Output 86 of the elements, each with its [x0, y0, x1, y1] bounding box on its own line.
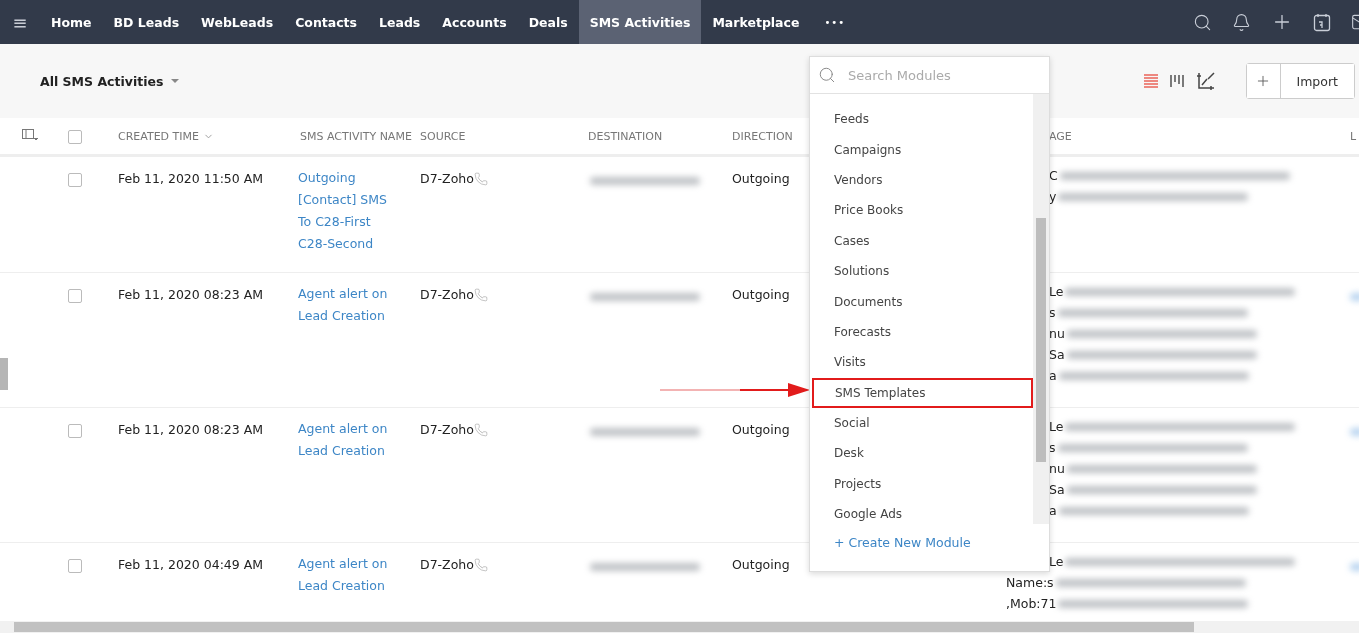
menu-icon[interactable]: ≡ — [0, 0, 40, 44]
column-header[interactable]: L — [1340, 129, 1359, 143]
module-item[interactable]: Social — [812, 407, 1033, 439]
calendar-icon[interactable] — [1313, 12, 1331, 32]
message-text: C — [1049, 168, 1058, 183]
list-view-icon[interactable] — [1143, 74, 1158, 88]
activity-name-link[interactable]: Outgoing [Contact] SMS To C28-First C28-Second — [290, 167, 410, 255]
activity-name-link[interactable]: Agent alert on Lead Creation — [290, 283, 410, 327]
source-cell: D7-Zoho — [410, 422, 488, 437]
search-icon[interactable] — [1193, 12, 1212, 32]
module-item[interactable]: Feeds — [812, 104, 1033, 135]
view-selector[interactable]: All SMS Activities — [40, 73, 180, 89]
created-time: Feb 11, 2020 08:23 AM — [117, 422, 264, 437]
direction-cell-text: Outgoing — [731, 557, 790, 572]
select-all-checkbox[interactable] — [68, 130, 82, 144]
message-text: s — [1049, 440, 1056, 455]
message-text: Name:s — [1006, 575, 1054, 590]
nav-tab[interactable]: Contacts — [284, 0, 369, 44]
message-text: Sa — [1049, 347, 1065, 362]
module-item[interactable]: Cases — [812, 225, 1033, 256]
message-text: s — [1049, 305, 1056, 320]
nav-tab[interactable]: Leads — [368, 0, 432, 44]
message-text: a — [1049, 368, 1057, 383]
activity-name-link[interactable]: Agent alert on Lead Creation — [290, 553, 410, 597]
bell-icon[interactable] — [1232, 12, 1251, 32]
message-text: ,Mob:71 — [1006, 596, 1057, 611]
nav-tab[interactable]: Deals — [517, 0, 579, 44]
module-item[interactable]: Vendors — [812, 164, 1033, 196]
source-cell: D7-Zoho — [410, 171, 488, 186]
side-panel-handle[interactable] — [0, 358, 8, 390]
module-item[interactable]: Documents — [812, 286, 1033, 317]
module-item[interactable]: Desk — [812, 438, 1033, 469]
message-text: y — [1049, 189, 1057, 204]
menu-scrollbar[interactable] — [1033, 94, 1049, 524]
nav-tab[interactable]: Home — [40, 0, 103, 44]
message-text: nu — [1049, 461, 1065, 476]
columns-icon[interactable] — [22, 128, 38, 141]
column-header[interactable]: SOURCE — [410, 129, 578, 143]
module-item[interactable]: Visits — [812, 347, 1033, 378]
nav-tab[interactable]: Marketplace — [701, 0, 811, 44]
source-cell: D7-Zoho — [410, 557, 488, 572]
message-text: Le — [1049, 554, 1064, 569]
module-item[interactable]: Price Books — [812, 195, 1033, 226]
horizontal-scrollbar[interactable] — [0, 621, 1359, 633]
column-header[interactable]: DESTINATION — [578, 129, 722, 143]
source-cell: D7-Zoho — [410, 287, 488, 302]
phone-icon — [473, 557, 488, 572]
direction-cell-text: Outgoing — [731, 422, 790, 437]
module-item[interactable]: Campaigns — [812, 134, 1033, 165]
created-time: Feb 11, 2020 11:50 AM — [117, 171, 264, 186]
message-text: nu — [1049, 326, 1065, 341]
module-item[interactable]: Forecasts — [812, 316, 1033, 348]
created-time: Feb 11, 2020 04:49 AM — [117, 557, 264, 572]
module-item[interactable]: SMS Templates — [812, 377, 1033, 408]
create-module-link[interactable]: + Create New Module — [810, 529, 1033, 551]
module-item[interactable]: Google Ads — [812, 499, 1033, 530]
module-item[interactable]: Projects — [812, 468, 1033, 500]
caret-icon — [171, 78, 180, 84]
message-text: Le — [1049, 284, 1064, 299]
module-item[interactable]: Solutions — [812, 255, 1033, 287]
column-header[interactable]: SMS ACTIVITY NAME — [290, 129, 410, 143]
nav-tab[interactable]: WebLeads — [190, 0, 285, 44]
kanban-view-icon[interactable] — [1169, 74, 1184, 88]
message-text: Le — [1049, 419, 1064, 434]
chart-view-icon[interactable] — [1195, 71, 1216, 91]
direction-cell-text: Outgoing — [731, 171, 790, 186]
row-checkbox[interactable] — [68, 289, 82, 303]
created-time: Feb 11, 2020 08:23 AM — [117, 287, 264, 302]
row-checkbox[interactable] — [68, 559, 82, 573]
message-text: a — [1049, 503, 1057, 518]
activity-name-link[interactable]: Agent alert on Lead Creation — [290, 418, 410, 462]
row-checkbox[interactable] — [68, 424, 82, 438]
message-text: Sa — [1049, 482, 1065, 497]
search-icon — [818, 66, 836, 84]
row-checkbox[interactable] — [68, 173, 82, 187]
nav-tab[interactable]: BD Leads — [102, 0, 191, 44]
add-button[interactable] — [1246, 64, 1281, 98]
phone-icon — [473, 171, 488, 186]
nav-tab[interactable]: SMS Activities — [578, 0, 702, 44]
phone-icon — [473, 422, 488, 437]
phone-icon — [473, 287, 488, 302]
more-button[interactable]: ••• — [810, 0, 860, 44]
plus-icon — [1255, 73, 1271, 89]
nav-tab[interactable]: Accounts — [431, 0, 518, 44]
direction-cell-text: Outgoing — [731, 287, 790, 302]
column-header[interactable]: CREATED TIME — [108, 129, 290, 143]
